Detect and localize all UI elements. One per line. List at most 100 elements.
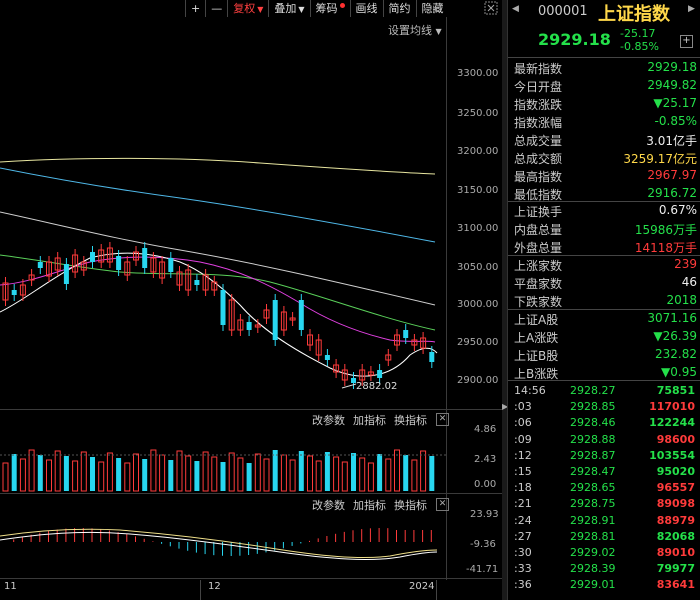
tick-volume: 122244 bbox=[649, 416, 695, 430]
macd-add-indicator-button[interactable]: 加指标 bbox=[353, 497, 386, 513]
tick-row: :27 2928.81 82068 bbox=[508, 530, 700, 546]
volume-bar bbox=[168, 460, 174, 491]
tick-time: :03 bbox=[514, 400, 532, 414]
tick-volume: 103554 bbox=[649, 448, 695, 462]
stat-row: 内盘总量 15986万手 bbox=[514, 221, 699, 238]
stat-label: 上涨家数 bbox=[514, 259, 563, 273]
overlay-menu[interactable]: 叠加 ▼ bbox=[268, 0, 309, 17]
stat-value: 0.67% bbox=[658, 203, 697, 217]
vol-swap-indicator-button[interactable]: 换指标 bbox=[394, 412, 427, 428]
stat-row: 指数涨跌 ▼25.17 bbox=[514, 96, 699, 113]
stat-value: 2018 bbox=[666, 293, 697, 307]
fuquan-menu[interactable]: 复权 ▼ bbox=[227, 0, 268, 17]
tick-row: :21 2928.75 89098 bbox=[508, 497, 700, 513]
macd-change-param-button[interactable]: 改参数 bbox=[312, 497, 345, 513]
add-watchlist-button[interactable]: + bbox=[680, 35, 693, 48]
tick-time: :06 bbox=[514, 416, 532, 430]
hide-button[interactable]: 隐藏 bbox=[415, 0, 449, 17]
stat-row: 上A涨跌 ▼26.39 bbox=[514, 329, 699, 346]
y-tick: 0.00 bbox=[474, 479, 497, 490]
volume-bar bbox=[37, 455, 43, 491]
volume-bar bbox=[159, 454, 166, 492]
volume-bars-chart bbox=[0, 449, 446, 492]
stat-label: 上证A股 bbox=[514, 313, 559, 327]
volume-bar bbox=[2, 462, 9, 492]
candle-body bbox=[246, 322, 252, 330]
volume-bar bbox=[333, 456, 340, 492]
stat-row: 上涨家数 239 bbox=[514, 257, 699, 274]
kline-chart-area[interactable]: + — 复权 ▼ 叠加 ▼ 筹码 画线 简约 隐藏 设置均线 ▼ 3300.00 3… bbox=[0, 0, 502, 600]
volume-bar bbox=[385, 458, 392, 492]
volume-bar bbox=[298, 451, 304, 491]
ma-line-yellow bbox=[0, 157, 436, 175]
volume-bar bbox=[194, 461, 200, 491]
candle-body bbox=[194, 280, 200, 285]
divider bbox=[508, 309, 700, 310]
zoom-out-button[interactable]: — bbox=[205, 0, 227, 17]
y-tick: 4.86 bbox=[474, 424, 497, 435]
volume-bar bbox=[228, 452, 235, 492]
stat-label: 平盘家数 bbox=[514, 277, 563, 291]
volume-bar bbox=[246, 463, 252, 491]
tick-volume: 89010 bbox=[656, 546, 695, 559]
candle-body bbox=[324, 355, 330, 360]
tick-time: :12 bbox=[514, 448, 532, 462]
y-tick: 23.93 bbox=[470, 509, 499, 520]
stat-value: ▼26.39 bbox=[653, 329, 697, 343]
draw-line-button[interactable]: 画线 bbox=[349, 0, 383, 17]
candle-body bbox=[116, 256, 122, 270]
candle-body bbox=[220, 290, 226, 325]
volume-bar bbox=[176, 450, 183, 492]
next-arrow-icon[interactable]: ▶ bbox=[688, 4, 695, 14]
price-change-pct: -0.85% bbox=[620, 40, 659, 53]
vol-add-indicator-button[interactable]: 加指标 bbox=[353, 412, 386, 428]
tick-time: :36 bbox=[514, 578, 532, 592]
candle-body bbox=[272, 300, 278, 340]
divider bbox=[508, 380, 700, 381]
chevron-down-icon: ▼ bbox=[298, 5, 305, 14]
stat-label: 上A涨跌 bbox=[514, 331, 559, 345]
volume-bar bbox=[359, 457, 366, 492]
stat-value: 3071.16 bbox=[647, 311, 697, 325]
zoom-in-button[interactable]: + bbox=[185, 0, 205, 17]
stat-label: 指数涨幅 bbox=[514, 116, 563, 130]
volume-bar bbox=[289, 459, 296, 492]
macd-swap-indicator-button[interactable]: 换指标 bbox=[394, 497, 427, 513]
tick-volume: 89098 bbox=[656, 497, 695, 511]
tick-volume: 82068 bbox=[656, 529, 695, 543]
close-icon[interactable]: ✕ bbox=[436, 413, 449, 426]
stat-value: 239 bbox=[674, 257, 697, 271]
tick-time: :33 bbox=[514, 562, 532, 576]
volume-bar bbox=[411, 459, 418, 492]
vol-change-param-button[interactable]: 改参数 bbox=[312, 412, 345, 428]
stat-row: 平盘家数 46 bbox=[514, 275, 699, 292]
volume-bar bbox=[72, 460, 79, 492]
volume-bar bbox=[324, 452, 330, 491]
prev-arrow-icon[interactable]: ◀ bbox=[512, 4, 519, 14]
tick-time: 14:56 bbox=[514, 384, 546, 397]
close-icon[interactable]: ✕ bbox=[436, 498, 449, 511]
candlestick-chart bbox=[0, 157, 438, 389]
volume-bar bbox=[106, 452, 113, 492]
stat-row: 上证A股 3071.16 bbox=[514, 311, 699, 328]
simple-mode-button[interactable]: 简约 bbox=[382, 0, 416, 17]
tick-row: :12 2928.87 103554 bbox=[508, 449, 700, 465]
tick-volume: 95020 bbox=[656, 465, 695, 478]
stat-value: 2916.72 bbox=[647, 186, 697, 200]
stat-label: 指数涨跌 bbox=[514, 98, 563, 112]
x-tick-mark bbox=[436, 580, 437, 600]
tick-price: 2929.01 bbox=[570, 578, 616, 592]
tick-row: :15 2928.47 95020 bbox=[508, 465, 700, 481]
tick-price: 2928.27 bbox=[570, 384, 616, 397]
volume-bar bbox=[254, 453, 261, 492]
chart-toolbar: + — 复权 ▼ 叠加 ▼ 筹码 画线 简约 隐藏 bbox=[185, 0, 449, 17]
ma-line-blue bbox=[0, 167, 436, 243]
y-tick: 2.43 bbox=[474, 454, 497, 465]
volume-bar bbox=[150, 449, 157, 492]
volume-bar bbox=[54, 450, 61, 492]
chip-distribution-button[interactable]: 筹码 bbox=[309, 0, 350, 17]
layout-grid-icon[interactable] bbox=[484, 1, 498, 15]
stat-label: 内盘总量 bbox=[514, 223, 563, 237]
stat-value: 2949.82 bbox=[647, 78, 697, 92]
divider bbox=[508, 255, 700, 256]
